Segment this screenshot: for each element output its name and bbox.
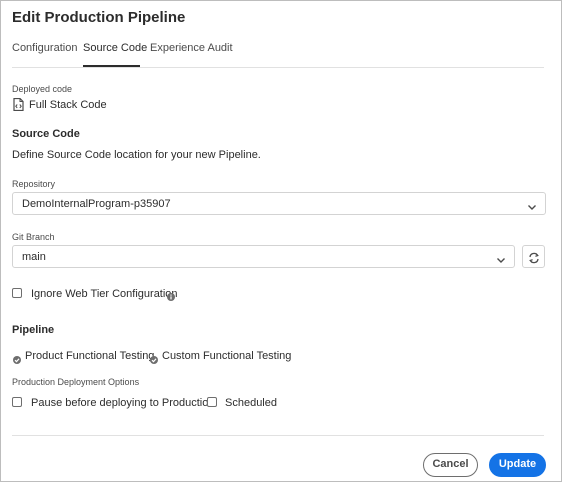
dialog-title: Edit Production Pipeline	[12, 9, 186, 26]
edit-pipeline-dialog: Edit Production Pipeline Configuration S…	[0, 0, 562, 482]
file-code-icon	[13, 97, 24, 112]
git-branch-value: main	[22, 251, 46, 263]
pipeline-heading: Pipeline	[12, 324, 55, 336]
repository-select[interactable]: DemoInternalProgram-p35907	[12, 192, 546, 215]
deployed-code-value: Full Stack Code	[29, 99, 107, 111]
deployed-code-label: Deployed code	[12, 84, 73, 94]
footer-divider	[12, 435, 544, 436]
pause-before-deploy-label: Pause before deploying to Production	[31, 397, 215, 409]
git-branch-label: Git Branch	[12, 232, 55, 242]
repository-label: Repository	[12, 179, 56, 189]
pause-before-deploy-checkbox[interactable]	[12, 397, 22, 407]
source-code-heading: Source Code	[12, 128, 80, 140]
ignore-web-tier-checkbox[interactable]	[12, 288, 22, 298]
tab-experience-audit[interactable]: Experience Audit	[150, 42, 233, 54]
tab-bar: Configuration Source Code Experience Aud…	[12, 42, 544, 68]
scheduled-checkbox[interactable]	[207, 397, 217, 407]
custom-functional-testing-label: Custom Functional Testing	[162, 350, 292, 362]
ignore-web-tier-label: Ignore Web Tier Configuration	[31, 288, 178, 300]
update-button[interactable]: Update	[489, 453, 546, 477]
refresh-icon	[528, 251, 540, 264]
chevron-down-icon	[527, 199, 537, 210]
repository-value: DemoInternalProgram-p35907	[22, 198, 171, 210]
tab-source-code[interactable]: Source Code	[83, 42, 147, 54]
git-branch-select[interactable]: main	[12, 245, 515, 268]
checkmark-icon	[150, 351, 158, 364]
product-functional-testing-label: Product Functional Testing	[25, 350, 155, 362]
production-deployment-options-label: Production Deployment Options	[12, 377, 140, 387]
source-code-description: Define Source Code location for your new…	[12, 149, 261, 161]
cancel-button[interactable]: Cancel	[423, 453, 478, 477]
info-icon[interactable]	[167, 288, 175, 301]
scheduled-label: Scheduled	[225, 397, 277, 409]
checkmark-icon	[13, 351, 21, 364]
tab-configuration[interactable]: Configuration	[12, 42, 77, 54]
active-tab-indicator	[83, 65, 140, 67]
refresh-branches-button[interactable]	[522, 245, 545, 268]
chevron-down-icon	[496, 252, 506, 263]
